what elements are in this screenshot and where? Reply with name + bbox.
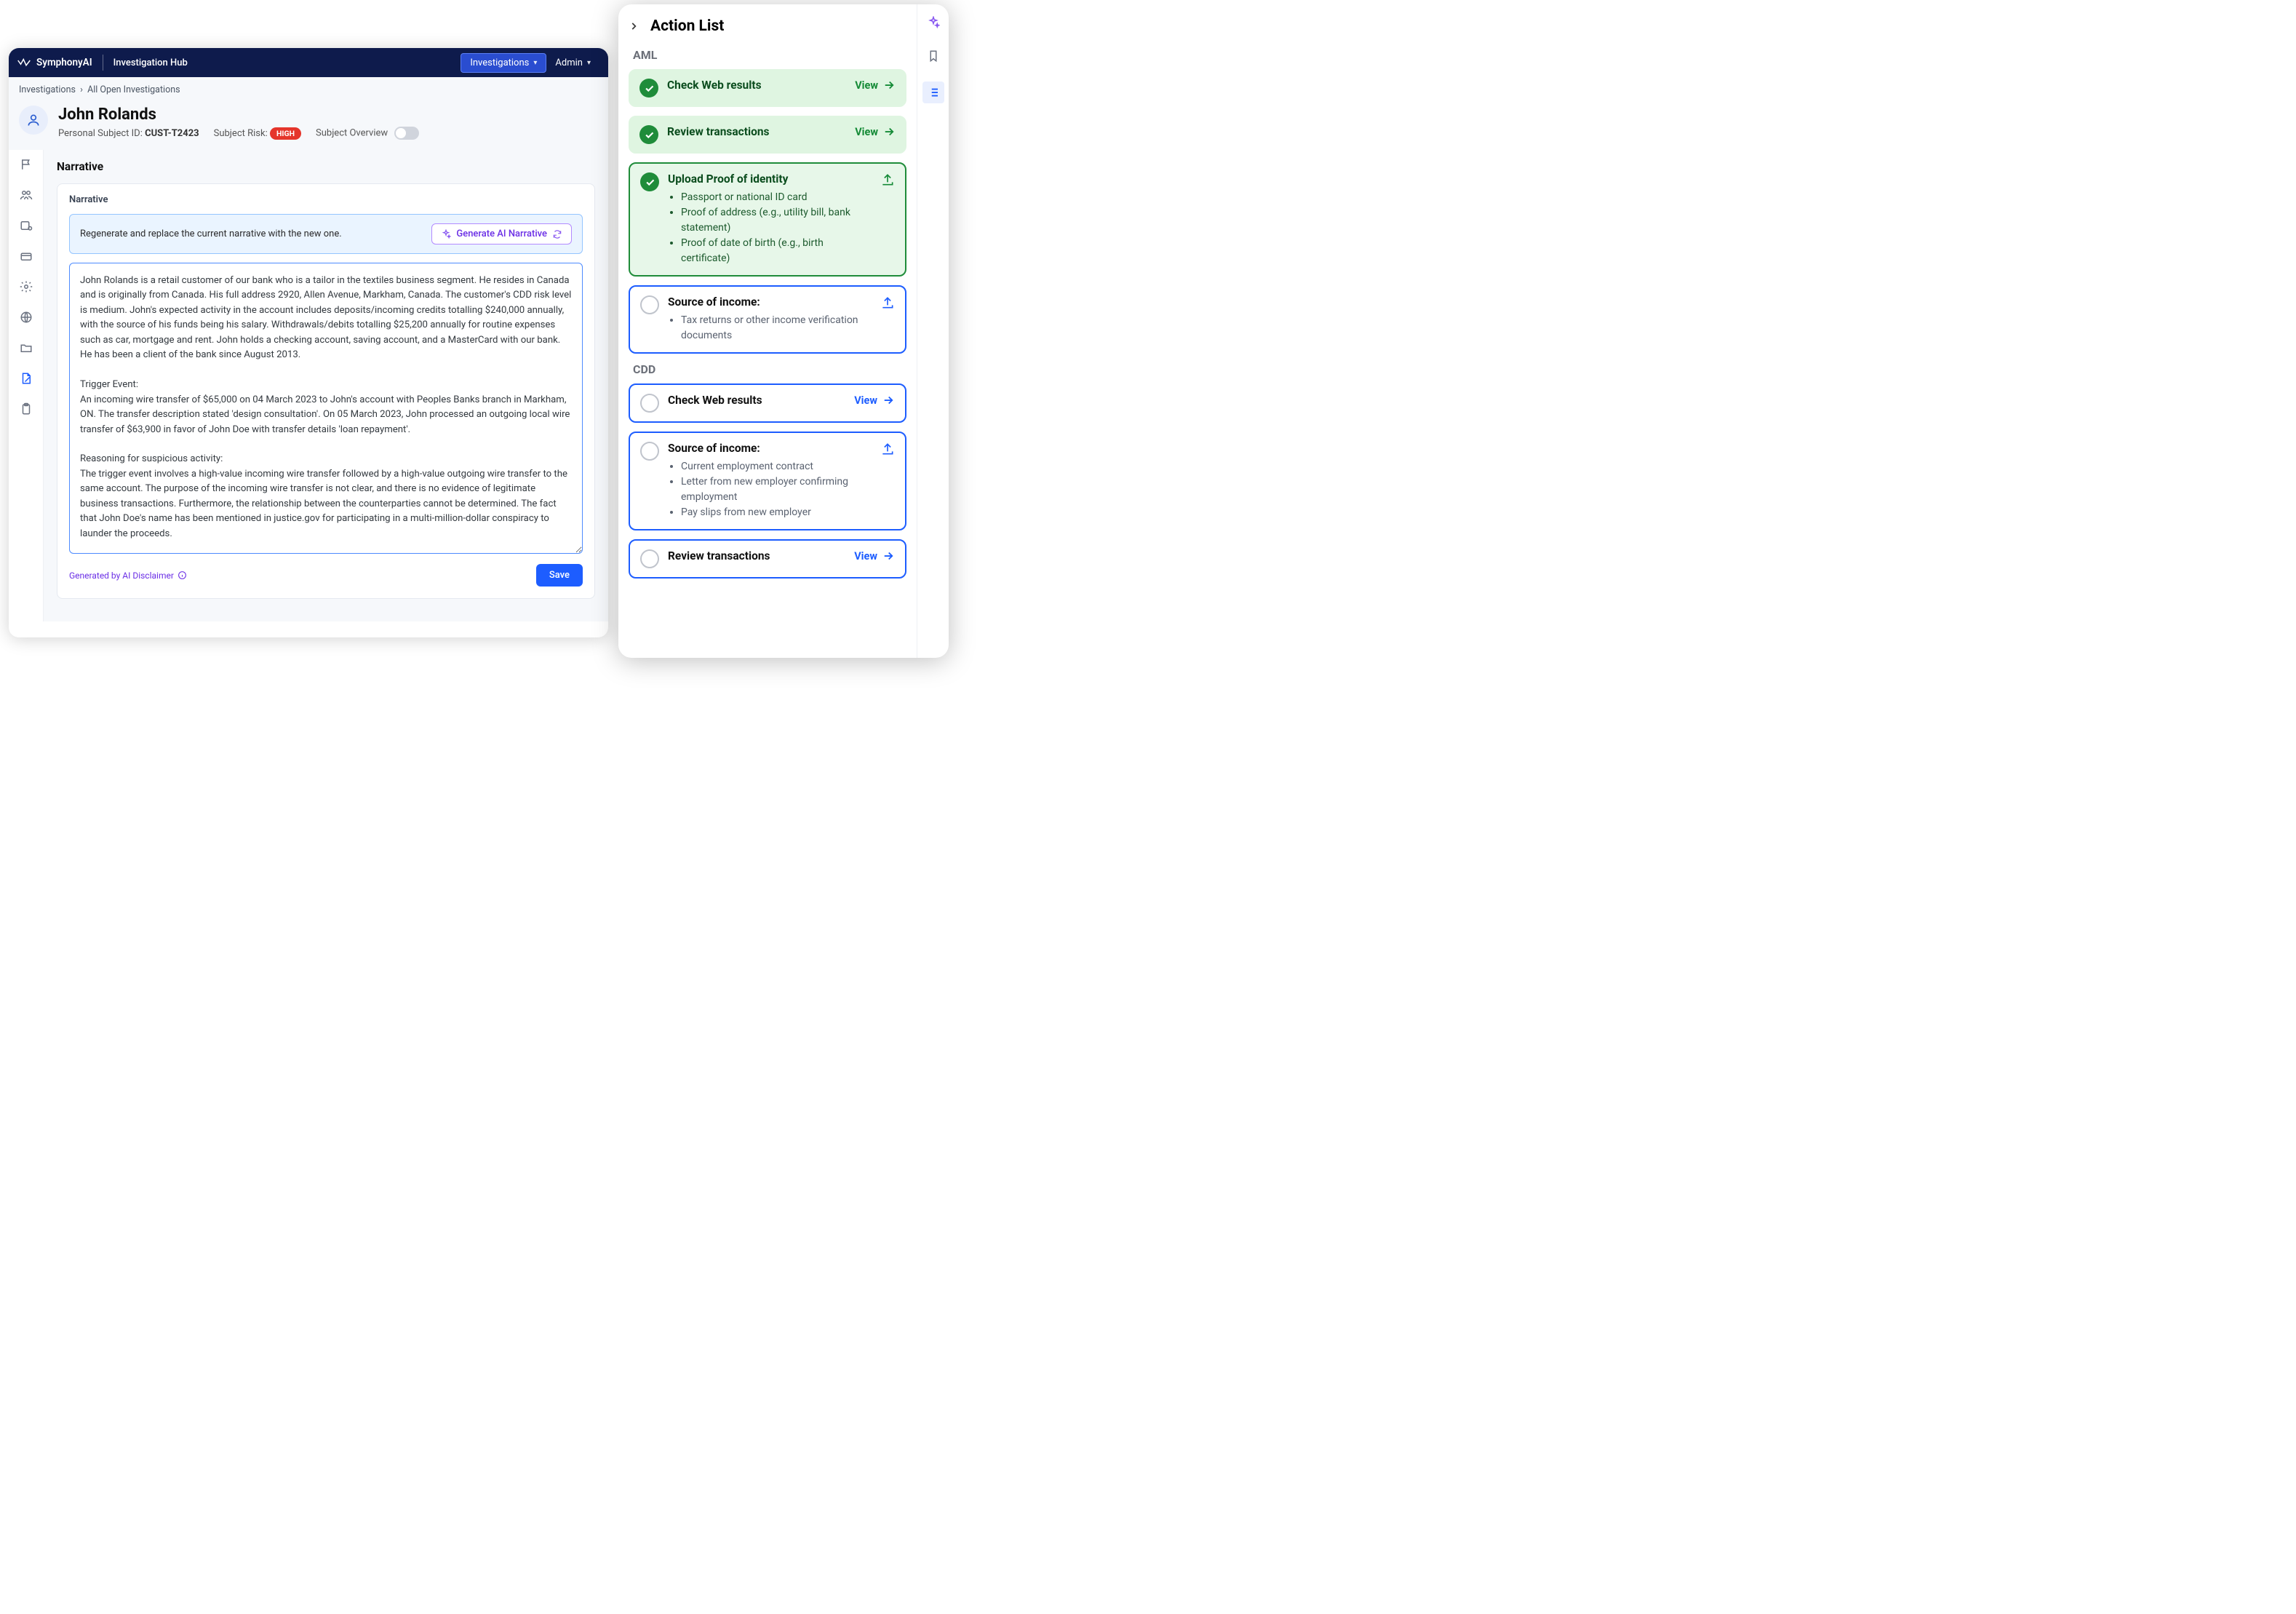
breadcrumb-root[interactable]: Investigations	[19, 84, 76, 95]
subject-id: CUST-T2423	[145, 128, 199, 139]
upload-button[interactable]	[880, 172, 895, 187]
section-title: Narrative	[57, 160, 595, 173]
task-sub-item: Tax returns or other income verification…	[681, 313, 872, 343]
bookmark-icon[interactable]	[925, 48, 941, 64]
card-icon[interactable]	[19, 249, 33, 263]
refresh-icon	[552, 229, 562, 239]
nav-admin[interactable]: Admin ▾	[546, 54, 599, 72]
check-circle-icon	[640, 172, 659, 191]
task-sub-item: Passport or national ID card	[681, 190, 872, 205]
overview-toggle[interactable]	[394, 127, 419, 140]
sparkle-icon	[441, 229, 451, 239]
account-alert-icon[interactable]	[19, 218, 33, 233]
save-button[interactable]: Save	[536, 564, 583, 587]
narrative-textarea[interactable]: John Rolands is a retail customer of our…	[69, 263, 583, 554]
task-sub-item: Pay slips from new employer	[681, 505, 872, 520]
clipboard-icon[interactable]	[19, 402, 33, 416]
task-item[interactable]: Check Web results View	[629, 383, 906, 423]
task-item[interactable]: Review transactions View	[629, 539, 906, 579]
risk-badge: HIGH	[270, 127, 301, 140]
task-title: Source of income:	[668, 442, 872, 455]
task-item[interactable]: Check Web results View	[629, 69, 906, 107]
task-item[interactable]: Source of income: Current employment cont…	[629, 432, 906, 530]
task-sub-item: Letter from new employer confirming empl…	[681, 474, 872, 505]
people-icon[interactable]	[19, 188, 33, 202]
sparkle-icon[interactable]	[925, 15, 941, 31]
left-rail	[9, 150, 44, 621]
chevron-down-icon: ▾	[533, 59, 537, 67]
content-area: Narrative Narrative Regenerate and repla…	[44, 150, 608, 621]
view-link[interactable]: View	[854, 549, 895, 562]
upload-button[interactable]	[880, 295, 895, 310]
task-title: Source of income:	[668, 295, 872, 309]
arrow-right-icon	[882, 79, 896, 92]
investigation-window: SymphonyAI Investigation Hub Investigati…	[9, 48, 608, 637]
brand-logo[interactable]: SymphonyAI	[17, 57, 92, 68]
globe-icon[interactable]	[19, 310, 33, 325]
arrow-right-icon	[882, 394, 895, 407]
task-sub-item: Proof of date of birth (e.g., birth cert…	[681, 236, 872, 266]
hub-name: Investigation Hub	[113, 57, 188, 68]
view-link[interactable]: View	[855, 79, 896, 92]
subject-name: John Rolands	[58, 106, 419, 124]
top-nav: SymphonyAI Investigation Hub Investigati…	[9, 48, 608, 77]
group-aml: AML	[633, 48, 906, 62]
regenerate-text: Regenerate and replace the current narra…	[80, 228, 342, 239]
action-list-title: Action List	[650, 17, 724, 35]
folder-icon[interactable]	[19, 341, 33, 355]
empty-circle-icon	[640, 442, 659, 461]
nav-investigations[interactable]: Investigations ▾	[461, 53, 546, 73]
task-title: Upload Proof of identity	[668, 172, 872, 186]
subject-meta: Personal Subject ID: CUST-T2423 Subject …	[58, 127, 419, 140]
arrow-right-icon	[882, 125, 896, 138]
narrative-icon[interactable]	[19, 371, 33, 386]
breadcrumb-current: All Open Investigations	[87, 84, 180, 95]
upload-button[interactable]	[880, 442, 895, 456]
arrow-right-icon	[882, 549, 895, 562]
view-link[interactable]: View	[854, 394, 895, 407]
brand-name: SymphonyAI	[36, 57, 92, 68]
person-icon	[26, 113, 41, 127]
card-label: Narrative	[69, 194, 583, 205]
empty-circle-icon	[640, 295, 659, 314]
task-title: Check Web results	[668, 394, 845, 407]
settings-icon[interactable]	[19, 279, 33, 294]
group-cdd: CDD	[633, 362, 906, 376]
task-title: Check Web results	[667, 79, 846, 92]
empty-circle-icon	[640, 549, 659, 568]
flag-icon[interactable]	[19, 157, 33, 172]
regenerate-bar: Regenerate and replace the current narra…	[69, 214, 583, 254]
upload-icon	[880, 295, 895, 310]
task-title: Review transactions	[668, 549, 845, 562]
task-title: Review transactions	[667, 125, 846, 138]
check-circle-icon	[639, 79, 658, 98]
breadcrumb: Investigations › All Open Investigations	[9, 77, 608, 101]
generate-ai-narrative-button[interactable]: Generate AI Narrative	[431, 223, 572, 245]
action-list-panel: Action List AML Check Web results View Re…	[618, 4, 949, 658]
narrative-card: Narrative Regenerate and replace the cur…	[57, 183, 595, 599]
task-sub-item: Proof of address (e.g., utility bill, ba…	[681, 205, 872, 236]
symphony-logo-icon	[17, 57, 31, 68]
task-item[interactable]: Upload Proof of identity Passport or nati…	[629, 162, 906, 277]
chevron-right-icon[interactable]	[629, 21, 639, 31]
ai-disclaimer-link[interactable]: Generated by AI Disclaimer	[69, 571, 187, 581]
upload-icon	[880, 442, 895, 456]
task-sub-item: Current employment contract	[681, 459, 872, 474]
task-item[interactable]: Review transactions View	[629, 116, 906, 154]
task-item[interactable]: Source of income: Tax returns or other in…	[629, 285, 906, 354]
info-icon	[178, 571, 187, 580]
check-circle-icon	[639, 125, 658, 144]
avatar	[19, 106, 48, 135]
empty-circle-icon	[640, 394, 659, 413]
list-icon[interactable]	[922, 82, 944, 103]
chevron-down-icon: ▾	[587, 59, 591, 67]
subject-header: John Rolands Personal Subject ID: CUST-T…	[9, 101, 608, 150]
upload-icon	[880, 172, 895, 187]
action-right-rail	[917, 4, 949, 658]
view-link[interactable]: View	[855, 125, 896, 138]
